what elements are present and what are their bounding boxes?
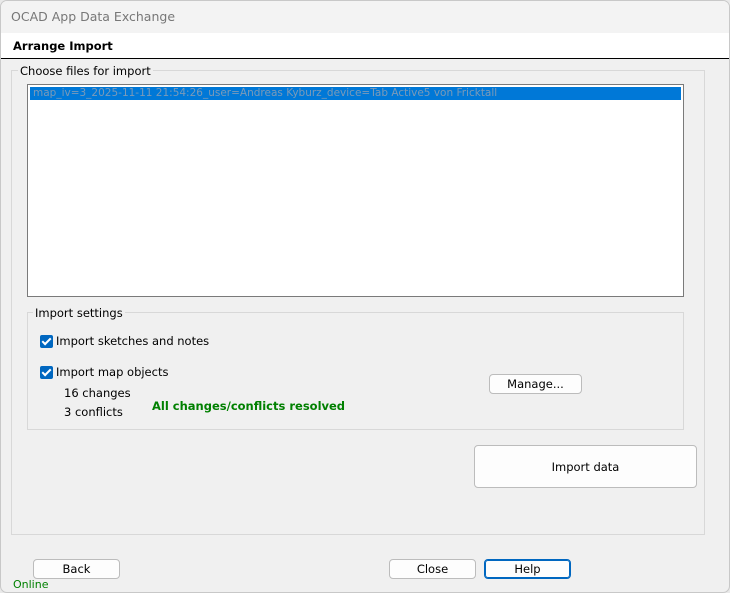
import-settings-legend: Import settings xyxy=(33,306,125,320)
files-group: Choose files for import map_iv=3_2025-11… xyxy=(11,64,705,535)
files-group-legend: Choose files for import xyxy=(18,64,153,78)
import-map-objects-checkbox[interactable] xyxy=(40,366,53,379)
dialog-window: OCAD App Data Exchange Arrange Import Ch… xyxy=(0,0,730,593)
close-button[interactable]: Close xyxy=(389,559,476,579)
page-title: Arrange Import xyxy=(13,39,113,53)
page-header: Arrange Import xyxy=(1,33,729,59)
import-map-objects-label[interactable]: Import map objects xyxy=(56,365,168,379)
manage-button[interactable]: Manage... xyxy=(489,374,582,394)
changes-count: 16 changes xyxy=(64,386,131,400)
import-data-button[interactable]: Import data xyxy=(474,445,697,488)
window-title: OCAD App Data Exchange xyxy=(11,9,176,24)
conflicts-count: 3 conflicts xyxy=(64,405,123,419)
file-list[interactable]: map_iv=3_2025-11-11 21:54:26_user=Andrea… xyxy=(27,84,684,297)
title-bar[interactable]: OCAD App Data Exchange xyxy=(1,1,729,33)
import-sketches-checkbox[interactable] xyxy=(40,335,53,348)
resolved-status: All changes/conflicts resolved xyxy=(152,399,346,413)
help-button[interactable]: Help xyxy=(484,559,571,579)
connection-status: Online xyxy=(13,578,49,591)
back-button[interactable]: Back xyxy=(33,559,120,579)
import-sketches-label[interactable]: Import sketches and notes xyxy=(56,334,209,348)
import-settings-group: Import settings Import sketches and note… xyxy=(27,306,684,430)
file-list-item[interactable]: map_iv=3_2025-11-11 21:54:26_user=Andrea… xyxy=(30,87,681,100)
